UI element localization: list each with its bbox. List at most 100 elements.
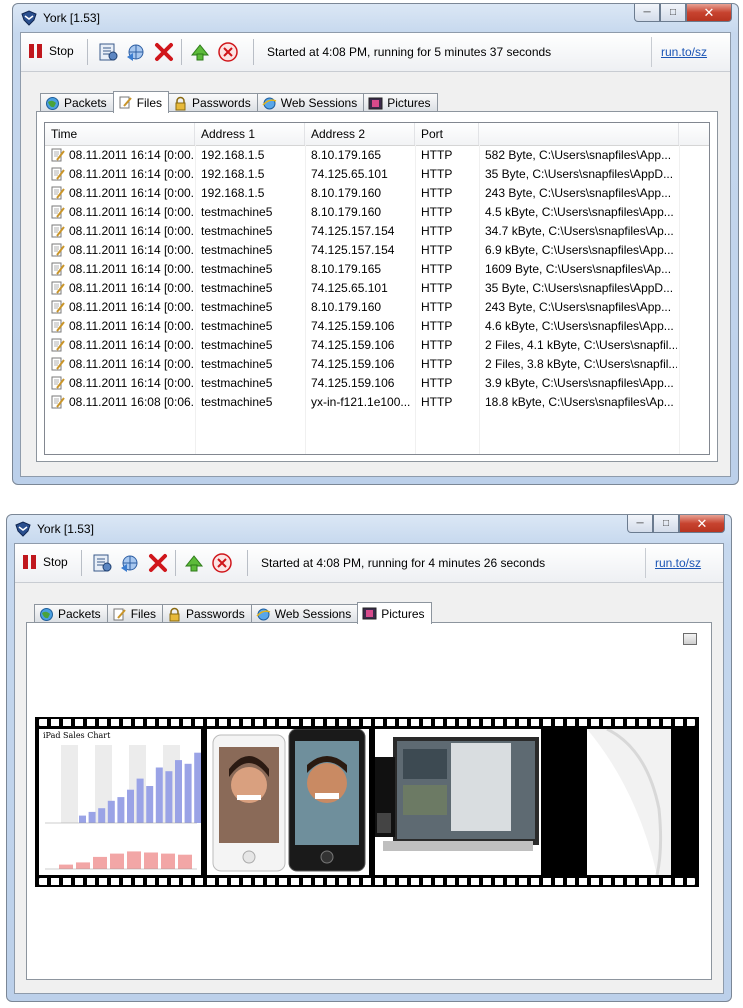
column-details[interactable]: [479, 123, 679, 145]
delete-icon[interactable]: [147, 552, 169, 574]
table-row[interactable]: 08.11.2011 16:14 [0:00... testmachine5 74.…: [45, 374, 709, 393]
table-cell: 08.11.2011 16:14 [0:00...: [69, 357, 193, 371]
thumbnail-bar: [161, 853, 175, 869]
lock-icon: [169, 607, 180, 621]
table-row[interactable]: 08.11.2011 16:14 [0:00... testmachine5 74.…: [45, 336, 709, 355]
tab-packets[interactable]: Packets: [40, 93, 114, 112]
filmstrip[interactable]: iPad Sales Chart: [35, 717, 699, 887]
tab-passwords[interactable]: Passwords: [168, 93, 258, 112]
table-cell: 74.125.159.106: [311, 319, 395, 333]
settings-icon[interactable]: [91, 552, 113, 574]
network-icon[interactable]: [125, 41, 147, 63]
cancel-icon[interactable]: [217, 41, 239, 63]
table-row[interactable]: 08.11.2011 16:14 [0:00... testmachine5 74.…: [45, 241, 709, 260]
minimize-button[interactable]: ─: [634, 4, 660, 22]
close-icon: ✕: [703, 4, 715, 20]
tab-passwords[interactable]: Passwords: [162, 604, 252, 623]
maximize-button[interactable]: □: [653, 515, 679, 533]
tab-files[interactable]: Files: [112, 91, 170, 113]
table-cell: 74.125.159.106: [311, 357, 395, 371]
delete-icon[interactable]: [153, 41, 175, 63]
tab-pictures[interactable]: Pictures: [363, 93, 438, 112]
tab-label: Packets: [58, 607, 101, 621]
thumbnail-bar: [146, 786, 154, 823]
table-row[interactable]: 08.11.2011 16:08 [0:06... testmachine5 yx-…: [45, 393, 709, 412]
table-row[interactable]: 08.11.2011 16:14 [0:00... testmachine5 74.…: [45, 355, 709, 374]
table-row[interactable]: 08.11.2011 16:14 [0:00... testmachine5 8.1…: [45, 260, 709, 279]
table-cell: 8.10.179.165: [311, 262, 382, 276]
tab-strip: Packets Files Passwords Web Sessions Pic…: [40, 91, 438, 113]
table-row[interactable]: 08.11.2011 16:14 [0:00... testmachine5 74.…: [45, 279, 709, 298]
tab-packets[interactable]: Packets: [34, 604, 108, 623]
column-port[interactable]: Port: [415, 123, 479, 145]
files-list[interactable]: Time Address 1 Address 2 Port 08.11.2011…: [44, 122, 710, 455]
table-row[interactable]: 08.11.2011 16:14 [0:00... testmachine5 8.1…: [45, 298, 709, 317]
settings-icon[interactable]: [97, 41, 119, 63]
table-row[interactable]: 08.11.2011 16:14 [0:00... 192.168.1.5 8.10…: [45, 184, 709, 203]
view-toggle-icon[interactable]: [683, 633, 697, 645]
stop-button[interactable]: Stop: [23, 554, 68, 570]
picture-thumbnail[interactable]: [207, 729, 369, 875]
column-time[interactable]: Time: [45, 123, 195, 145]
tab-pictures[interactable]: Pictures: [357, 602, 432, 624]
thumbnail-bar: [165, 771, 173, 823]
thumbnail-chart: [39, 741, 201, 873]
minimize-button[interactable]: ─: [627, 515, 653, 533]
thumbnail-bar: [79, 815, 86, 823]
title-bar[interactable]: York [1.53] ─ □ ✕: [13, 4, 738, 32]
table-cell: testmachine5: [201, 319, 273, 333]
table-cell: 08.11.2011 16:14 [0:00...: [69, 186, 193, 200]
table-cell: HTTP: [421, 376, 453, 390]
maximize-icon: □: [662, 518, 670, 529]
table-row[interactable]: 08.11.2011 16:14 [0:00... testmachine5 74.…: [45, 222, 709, 241]
table-cell: testmachine5: [201, 262, 273, 276]
run-to-sz-link[interactable]: run.to/sz: [655, 556, 701, 570]
toolbar: Stop: [21, 33, 730, 72]
toolbar-separator: [175, 550, 176, 576]
pictures-panel: iPad Sales Chart: [26, 622, 712, 980]
file-edit-icon: [51, 167, 65, 181]
export-icon[interactable]: [183, 552, 205, 574]
toolbar-separator: [181, 39, 182, 65]
column-address-1[interactable]: Address 1: [195, 123, 305, 145]
toolbar-separator: [87, 39, 88, 65]
picture-thumbnail[interactable]: [375, 729, 541, 875]
thumbnail-bar: [155, 767, 163, 823]
stop-button[interactable]: Stop: [29, 43, 74, 59]
tab-files[interactable]: Files: [106, 604, 164, 623]
column-address-2[interactable]: Address 2: [305, 123, 415, 145]
thumbnail-bar: [98, 808, 106, 823]
close-button[interactable]: ✕: [679, 515, 725, 533]
table-cell: 34.7 kByte, C:\Users\snapfiles\Ap...: [485, 224, 674, 238]
run-to-sz-link[interactable]: run.to/sz: [661, 45, 707, 59]
file-edit-icon: [51, 224, 65, 238]
picture-thumbnail[interactable]: iPad Sales Chart: [39, 729, 201, 875]
table-cell: 2 Files, 4.1 kByte, C:\Users\snapfil...: [485, 338, 677, 352]
thumbnail-title: iPad Sales Chart: [43, 731, 111, 740]
tab-web-sessions[interactable]: Web Sessions: [256, 93, 365, 112]
table-cell: HTTP: [421, 167, 453, 181]
table-cell: 8.10.179.160: [311, 205, 382, 219]
white-product-image: [547, 729, 671, 875]
table-cell: 192.168.1.5: [201, 148, 265, 162]
table-row[interactable]: 08.11.2011 16:14 [0:00... 192.168.1.5 8.10…: [45, 146, 709, 165]
close-button[interactable]: ✕: [686, 4, 732, 22]
cancel-icon[interactable]: [211, 552, 233, 574]
network-icon[interactable]: [119, 552, 141, 574]
table-row[interactable]: 08.11.2011 16:14 [0:00... testmachine5 74.…: [45, 317, 709, 336]
browser-icon: [262, 97, 277, 109]
title-bar[interactable]: York [1.53] ─ □ ✕: [7, 515, 731, 543]
file-edit-icon: [51, 300, 65, 314]
table-row[interactable]: 08.11.2011 16:14 [0:00... 192.168.1.5 74.1…: [45, 165, 709, 184]
maximize-button[interactable]: □: [660, 4, 686, 22]
table-row[interactable]: 08.11.2011 16:14 [0:00... testmachine5 8.1…: [45, 203, 709, 222]
tab-web-sessions[interactable]: Web Sessions: [250, 604, 359, 623]
lock-icon: [175, 96, 186, 110]
thumbnail-bar: [144, 852, 158, 869]
table-cell: HTTP: [421, 395, 453, 409]
export-icon[interactable]: [189, 41, 211, 63]
file-edit-icon: [51, 319, 65, 333]
file-edit-icon: [51, 281, 65, 295]
picture-thumbnail[interactable]: [547, 729, 671, 875]
thumbnail-bar: [117, 797, 125, 823]
